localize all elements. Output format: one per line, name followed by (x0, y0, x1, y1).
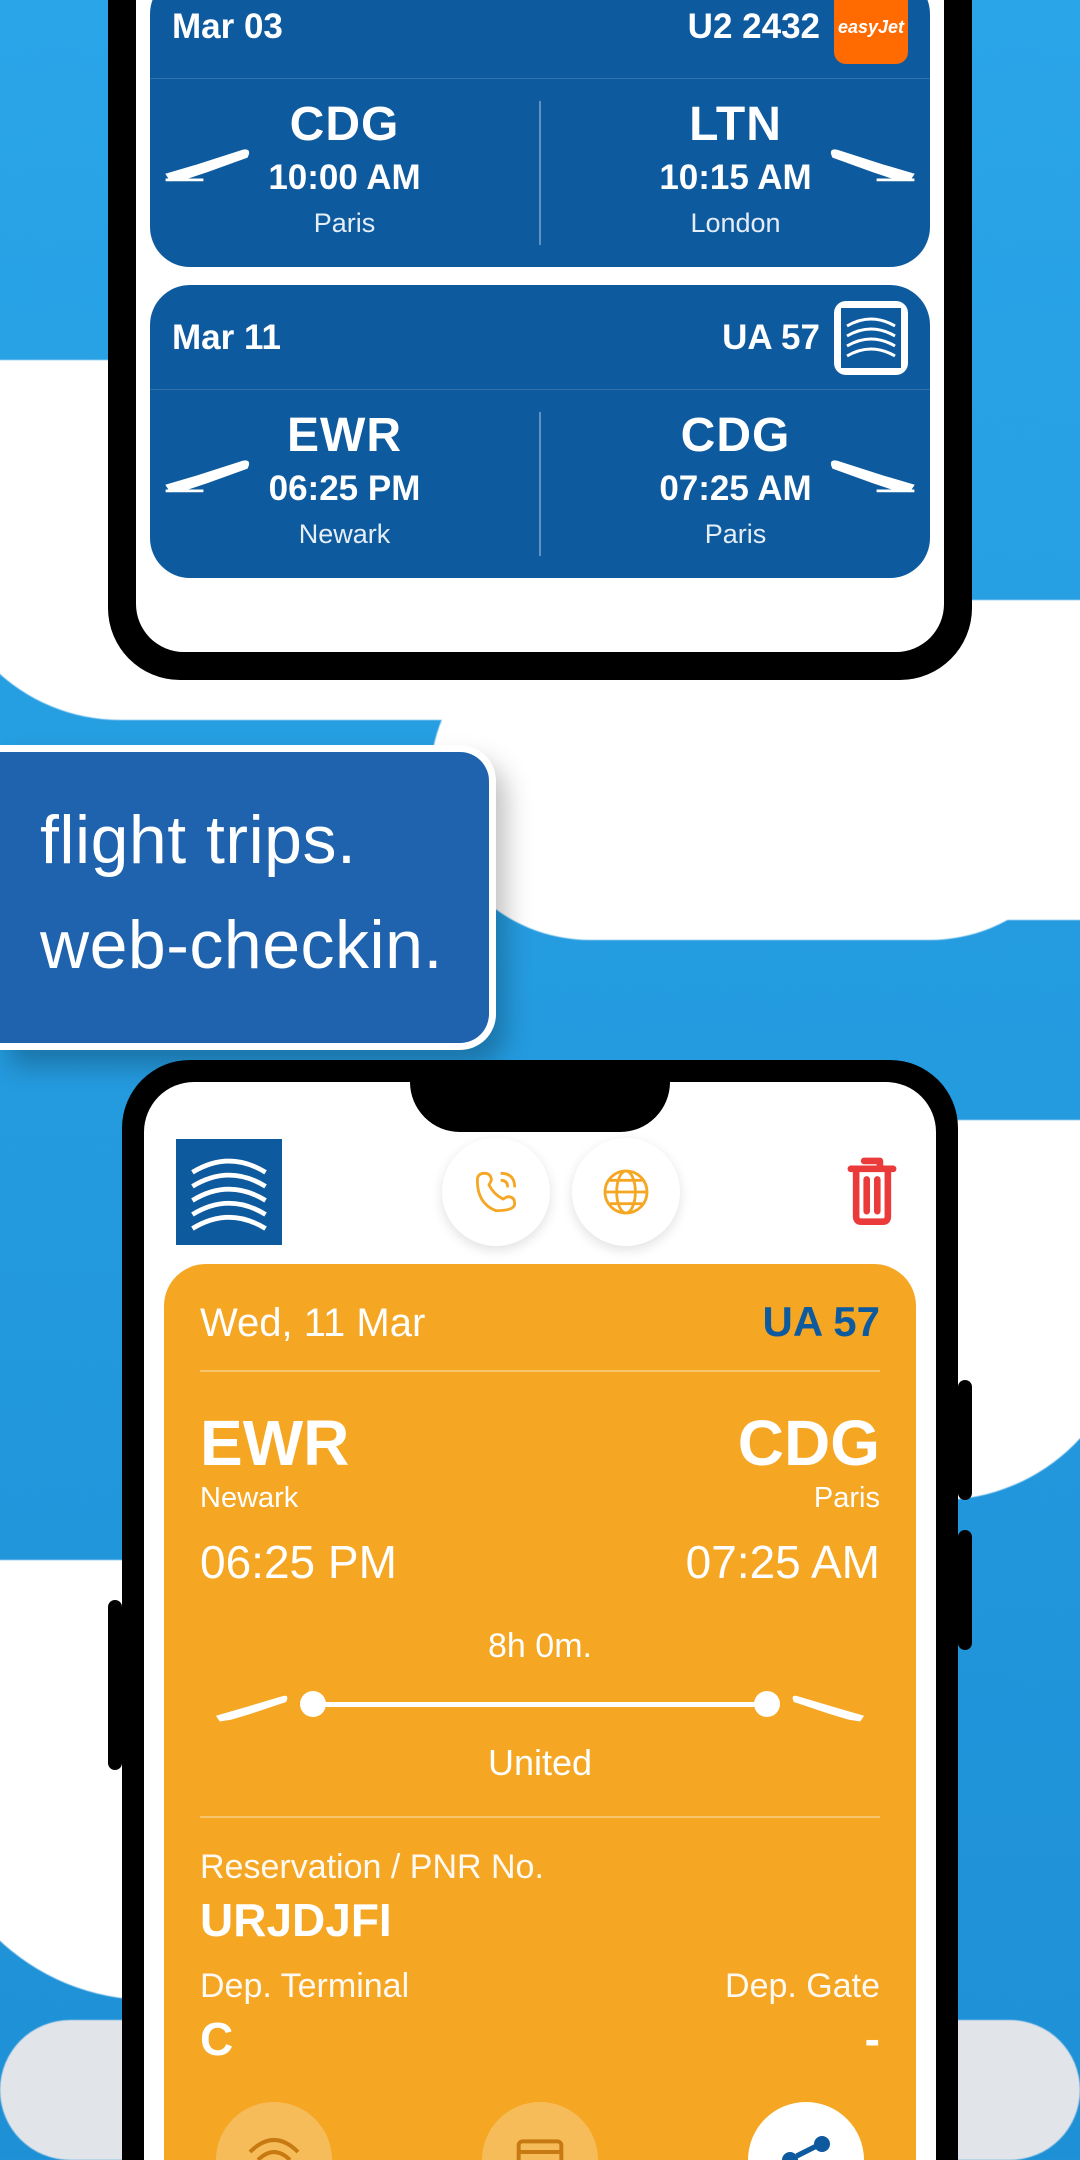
dep-terminal-label: Dep. Terminal (200, 1967, 540, 2006)
flight-date: Mar 11 (172, 318, 281, 358)
plane-takeoff-icon (162, 447, 252, 502)
web-button[interactable] (572, 1138, 680, 1246)
flight-card[interactable]: Mar 11 UA 57 EWR 06:25 PM Newark CDG (150, 285, 930, 578)
flight-number: UA 57 (722, 318, 820, 358)
action-boarding-pass-button[interactable] (482, 2102, 598, 2160)
phone-side-button (958, 1530, 972, 1650)
detail-toolbar (164, 1138, 916, 1264)
phone-notch (410, 1082, 670, 1132)
flight-number: U2 2432 (688, 7, 820, 47)
phone-frame-top: Mar 03 U2 2432 easyJet CDG 10:00 AM Pari… (108, 0, 972, 680)
phone-side-button (958, 1380, 972, 1500)
plane-landing-icon (828, 447, 918, 502)
airline-name: United (212, 1742, 868, 1784)
airline-logo-united (176, 1139, 282, 1245)
flight-detail-card: Wed, 11 Mar UA 57 EWR Newark 06:25 PM CD… (164, 1264, 916, 2160)
detail-arr-time: 07:25 AM (686, 1535, 880, 1589)
dep-time: 06:25 PM (269, 469, 421, 509)
plane-takeoff-icon (212, 1684, 290, 1724)
arr-time: 07:25 AM (659, 469, 811, 509)
banner-line-2: web-checkin. (40, 893, 443, 998)
screen-flight-detail: Wed, 11 Mar UA 57 EWR Newark 06:25 PM CD… (144, 1082, 936, 2160)
screen-flights-list: Mar 03 U2 2432 easyJet CDG 10:00 AM Pari… (136, 0, 944, 652)
flight-date: Mar 03 (172, 7, 283, 47)
phone-frame-bottom: Wed, 11 Mar UA 57 EWR Newark 06:25 PM CD… (122, 1060, 958, 2160)
banner-line-1: flight trips. (40, 788, 443, 893)
dep-terminal-value: C (200, 2012, 540, 2066)
arr-code: CDG (681, 408, 791, 463)
arr-city: London (690, 208, 780, 239)
dep-city: Paris (314, 208, 376, 239)
promo-banner: flight trips. web-checkin. (0, 745, 496, 1050)
dep-code: CDG (290, 97, 400, 152)
delete-button[interactable] (840, 1153, 904, 1232)
phone-side-button (108, 1600, 122, 1770)
detail-date: Wed, 11 Mar (200, 1301, 425, 1346)
dep-city: Newark (299, 519, 391, 550)
dep-time: 10:00 AM (268, 158, 420, 198)
call-button[interactable] (442, 1138, 550, 1246)
arr-code: LTN (689, 97, 782, 152)
dep-gate-label: Dep. Gate (540, 1967, 880, 2006)
pnr-value: URJDJFI (200, 1893, 880, 1947)
dep-code: EWR (287, 408, 402, 463)
detail-arr-code: CDG (686, 1406, 880, 1480)
detail-dep-city: Newark (200, 1482, 397, 1515)
plane-landing-icon (790, 1684, 868, 1724)
airline-logo-easyjet: easyJet (834, 0, 908, 64)
arr-city: Paris (705, 519, 767, 550)
pnr-label: Reservation / PNR No. (200, 1848, 880, 1887)
share-button[interactable] (748, 2102, 864, 2160)
detail-arr-city: Paris (686, 1482, 880, 1515)
dep-gate-value: - (540, 2012, 880, 2066)
flight-card[interactable]: Mar 03 U2 2432 easyJet CDG 10:00 AM Pari… (150, 0, 930, 267)
airline-logo-united (834, 301, 908, 375)
arr-time: 10:15 AM (659, 158, 811, 198)
plane-landing-icon (828, 136, 918, 191)
duration: 8h 0m. (212, 1627, 868, 1666)
action-radar-button[interactable] (216, 2102, 332, 2160)
flight-progress (212, 1684, 868, 1724)
detail-dep-code: EWR (200, 1406, 397, 1480)
detail-dep-time: 06:25 PM (200, 1535, 397, 1589)
detail-flight-number: UA 57 (763, 1298, 881, 1346)
plane-takeoff-icon (162, 136, 252, 191)
